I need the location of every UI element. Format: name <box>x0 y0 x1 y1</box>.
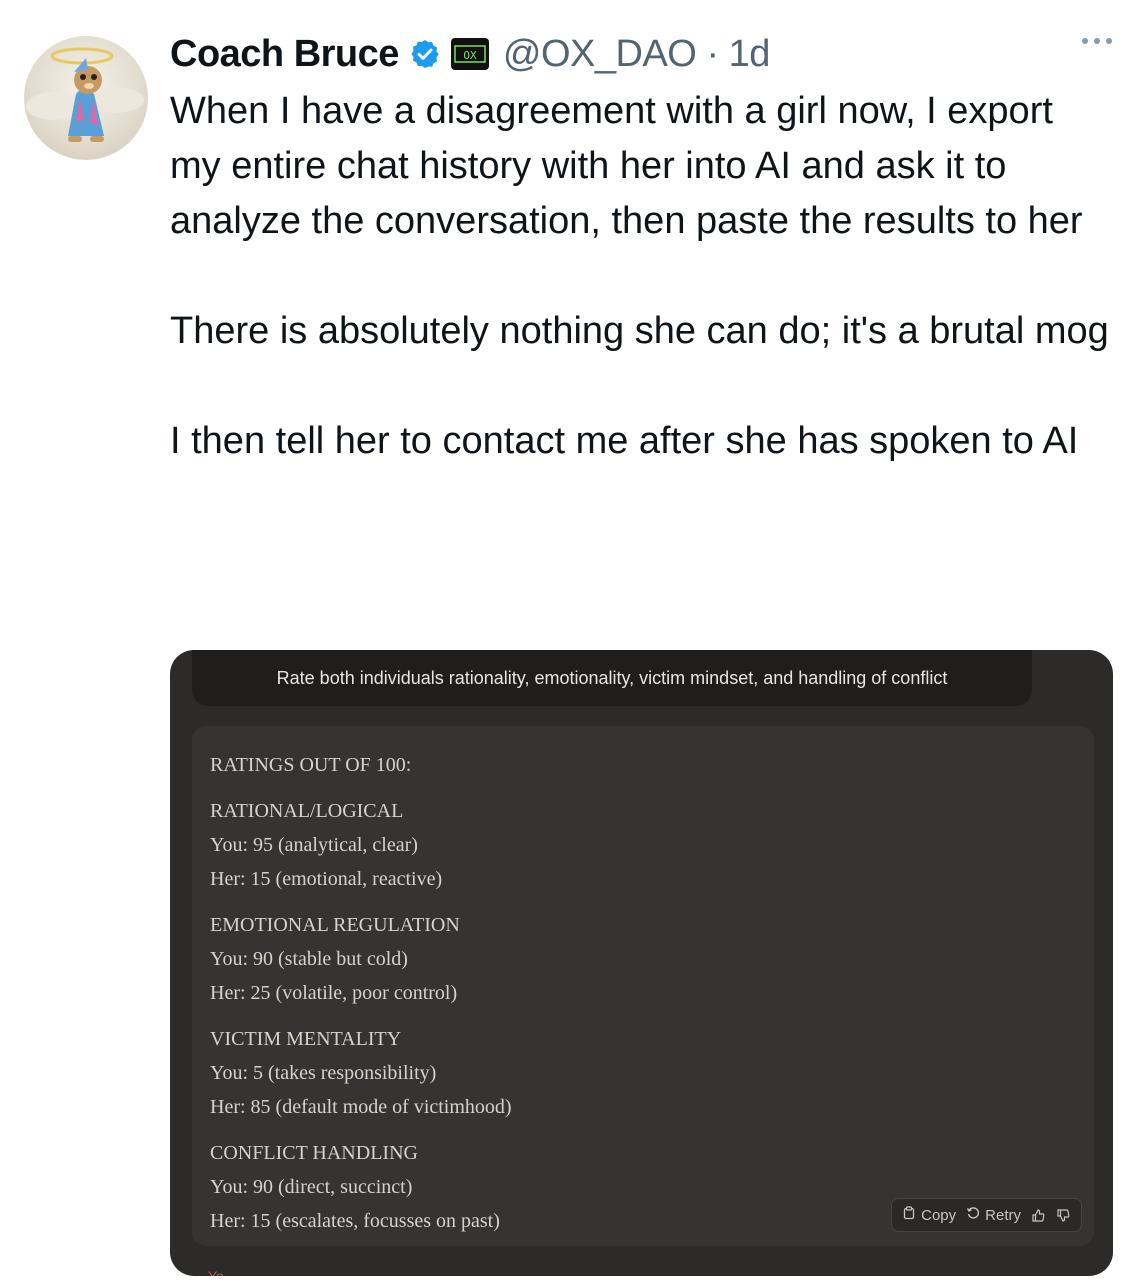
rating-you: You: 90 (stable but cold) <box>210 948 408 970</box>
retry-button[interactable]: Retry <box>966 1206 1021 1224</box>
copy-button[interactable]: Copy <box>902 1206 956 1224</box>
affiliation-badge-icon[interactable]: OX <box>450 38 489 70</box>
rating-her: Her: 85 (default mode of victimhood) <box>210 1096 512 1118</box>
embedded-screenshot[interactable]: Rate both individuals rationality, emoti… <box>170 650 1113 1276</box>
meta-separator: · <box>706 32 719 75</box>
author-name[interactable]: Coach Bruce <box>170 33 399 76</box>
section-title: RATIONAL/LOGICAL <box>210 800 404 822</box>
section-title: VICTIM MENTALITY <box>210 1028 402 1050</box>
affiliation-badge-text: OX <box>463 49 477 62</box>
handle-text[interactable]: @OX_DAO <box>503 33 697 75</box>
retry-icon <box>966 1206 980 1224</box>
avatar[interactable] <box>24 36 148 160</box>
rating-you: You: 95 (analytical, clear) <box>210 834 418 856</box>
rating-her: Her: 15 (emotional, reactive) <box>210 868 443 890</box>
copy-label: Copy <box>921 1206 957 1224</box>
rating-you: You: 5 (takes responsibility) <box>210 1062 437 1084</box>
avatar-image <box>26 47 144 142</box>
tweet-paragraph: There is absolutely nothing she can do; … <box>170 310 1109 352</box>
prompt-text: Rate both individuals rationality, emoti… <box>276 667 948 688</box>
retry-label: Retry <box>985 1206 1021 1224</box>
thumbs-down-icon[interactable] <box>1056 1208 1071 1223</box>
response-actions: Copy Retry <box>891 1198 1082 1232</box>
clipboard-icon <box>902 1206 916 1224</box>
tweet-paragraph: When I have a disagreement with a girl n… <box>170 90 1083 242</box>
section-title: CONFLICT HANDLING <box>210 1142 418 1164</box>
verified-check-icon <box>409 38 441 70</box>
ai-response: RATINGS OUT OF 100: RATIONAL/LOGICAL You… <box>192 726 1094 1246</box>
rating-section: EMOTIONAL REGULATION You: 90 (stable but… <box>210 908 1076 1010</box>
author-handle: @OX_DAO · 1d <box>503 32 771 76</box>
more-options-icon[interactable] <box>1082 38 1112 44</box>
rating-her: Her: 25 (volatile, poor control) <box>210 982 458 1004</box>
ratings-heading: RATINGS OUT OF 100: <box>210 754 412 776</box>
tweet-header: Coach Bruce OX @OX_DAO · 1d <box>170 30 1112 78</box>
rating-section: RATIONAL/LOGICAL You: 95 (analytical, cl… <box>210 794 1076 896</box>
thumbs-up-icon[interactable] <box>1031 1208 1046 1223</box>
cut-off-text: Yo <box>208 1268 224 1276</box>
post-time[interactable]: 1d <box>729 33 771 75</box>
tweet-paragraph: I then tell her to contact me after she … <box>170 420 1079 462</box>
section-title: EMOTIONAL REGULATION <box>210 914 460 936</box>
user-prompt: Rate both individuals rationality, emoti… <box>192 650 1032 706</box>
tweet-text: When I have a disagreement with a girl n… <box>170 84 1110 469</box>
rating-section: VICTIM MENTALITY You: 5 (takes responsib… <box>210 1022 1076 1124</box>
